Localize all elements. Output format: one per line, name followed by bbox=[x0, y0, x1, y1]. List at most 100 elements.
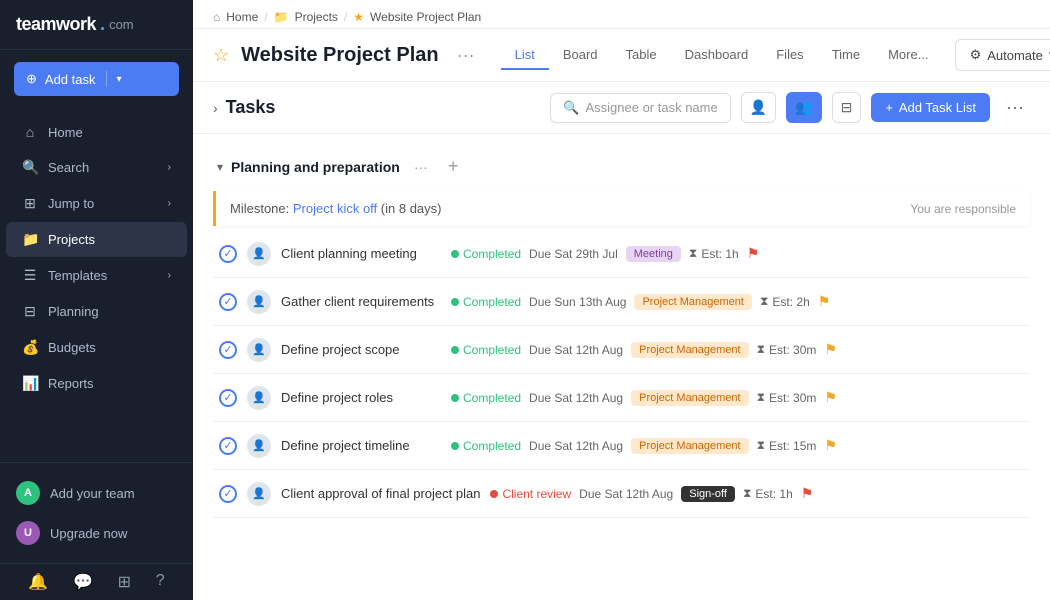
tab-time-label: Time bbox=[832, 47, 860, 62]
est-time: ⧗ Est: 2h bbox=[760, 294, 810, 309]
tab-time[interactable]: Time bbox=[818, 41, 874, 70]
upgrade-item[interactable]: U Upgrade now bbox=[0, 513, 193, 553]
tag-badge[interactable]: Project Management bbox=[634, 294, 752, 310]
help-icon[interactable]: ? bbox=[156, 572, 165, 592]
tag-badge[interactable]: Sign-off bbox=[681, 486, 735, 502]
assignee-filter-button[interactable]: 👤 bbox=[741, 92, 776, 123]
task-assignee-avatar: 👤 bbox=[247, 386, 271, 410]
tab-board[interactable]: Board bbox=[549, 41, 612, 70]
collapse-icon[interactable]: ▾ bbox=[217, 160, 223, 174]
expand-icon[interactable]: › bbox=[213, 100, 218, 116]
milestone-link[interactable]: Project kick off bbox=[293, 201, 377, 216]
task-checkbox[interactable]: ✓ bbox=[219, 485, 237, 503]
status-dot bbox=[451, 442, 459, 450]
milestone-prefix: Milestone: bbox=[230, 201, 289, 216]
logo-dot: . bbox=[100, 14, 105, 35]
tab-list[interactable]: List bbox=[501, 41, 549, 70]
logo: teamwork . com bbox=[0, 0, 193, 50]
task-assignee-avatar: 👤 bbox=[247, 434, 271, 458]
task-meta: Completed Due Sat 12th Aug Project Manag… bbox=[451, 389, 1024, 406]
sidebar-item-home[interactable]: ⌂ Home bbox=[6, 115, 187, 149]
add-task-list-button[interactable]: + Add Task List bbox=[871, 93, 990, 122]
task-checkbox[interactable]: ✓ bbox=[219, 341, 237, 359]
filter-button[interactable]: ⊟ bbox=[832, 92, 862, 123]
status-dot bbox=[451, 250, 459, 258]
flag-icon[interactable]: ⚑ bbox=[818, 293, 831, 310]
tab-files[interactable]: Files bbox=[762, 41, 817, 70]
page-menu-button[interactable]: ··· bbox=[451, 43, 481, 68]
task-name[interactable]: Define project timeline bbox=[281, 438, 441, 453]
due-date: Due Sat 12th Aug bbox=[529, 343, 623, 357]
flag-icon[interactable]: ⚑ bbox=[824, 437, 837, 454]
flag-icon[interactable]: ⚑ bbox=[824, 341, 837, 358]
add-team-item[interactable]: A Add your team bbox=[0, 473, 193, 513]
task-checkbox[interactable]: ✓ bbox=[219, 245, 237, 263]
sidebar-item-jump[interactable]: ⊞ Jump to › bbox=[6, 186, 187, 221]
divider bbox=[106, 71, 107, 87]
tag-badge[interactable]: Project Management bbox=[631, 438, 749, 454]
tab-files-label: Files bbox=[776, 47, 803, 62]
sidebar-item-label: Budgets bbox=[48, 340, 96, 355]
task-name[interactable]: Define project roles bbox=[281, 390, 441, 405]
chat-icon[interactable]: 💬 bbox=[73, 572, 93, 592]
status-dot bbox=[451, 394, 459, 402]
task-name[interactable]: Gather client requirements bbox=[281, 294, 441, 309]
star-icon: ★ bbox=[353, 10, 364, 24]
task-name[interactable]: Define project scope bbox=[281, 342, 441, 357]
status-text: Completed bbox=[463, 439, 521, 453]
avatar: A bbox=[16, 481, 40, 505]
status-text: Completed bbox=[463, 343, 521, 357]
tag-badge[interactable]: Project Management bbox=[631, 342, 749, 358]
sidebar-item-templates[interactable]: ☰ Templates › bbox=[6, 258, 187, 293]
sidebar-item-budgets[interactable]: 💰 Budgets bbox=[6, 330, 187, 365]
task-checkbox[interactable]: ✓ bbox=[219, 389, 237, 407]
sidebar-item-reports[interactable]: 📊 Reports bbox=[6, 366, 187, 401]
home-icon: ⌂ bbox=[22, 124, 38, 140]
tasks-heading: Tasks bbox=[226, 97, 276, 118]
status-text: Completed bbox=[463, 391, 521, 405]
status-badge: Client review bbox=[490, 487, 571, 501]
group-filter-button[interactable]: 👥 bbox=[786, 92, 821, 123]
sidebar: teamwork . com ⊕ Add task ▾ ⌂ Home 🔍 Sea… bbox=[0, 0, 193, 600]
due-date: Due Sat 12th Aug bbox=[579, 487, 673, 501]
automate-button[interactable]: ⚙ Automate ▾ bbox=[955, 39, 1050, 71]
sidebar-item-planning[interactable]: ⊟ Planning bbox=[6, 294, 187, 329]
task-assignee-avatar: 👤 bbox=[247, 242, 271, 266]
task-name[interactable]: Client planning meeting bbox=[281, 246, 441, 261]
tag-badge[interactable]: Meeting bbox=[626, 246, 681, 262]
flag-icon[interactable]: ⚑ bbox=[801, 485, 814, 502]
sidebar-item-label: Search bbox=[48, 160, 89, 175]
tab-more[interactable]: More... bbox=[874, 41, 942, 70]
group-add-button[interactable]: + bbox=[442, 154, 465, 179]
tag-badge[interactable]: Project Management bbox=[631, 390, 749, 406]
sidebar-item-projects[interactable]: 📁 Projects bbox=[6, 222, 187, 257]
search-tasks[interactable]: 🔍 Assignee or task name bbox=[550, 93, 730, 123]
bell-icon[interactable]: 🔔 bbox=[28, 572, 48, 592]
tab-dashboard[interactable]: Dashboard bbox=[671, 41, 763, 70]
more-options-button[interactable]: ··· bbox=[1000, 93, 1030, 122]
task-name[interactable]: Client approval of final project plan bbox=[281, 486, 480, 501]
planning-icon: ⊟ bbox=[22, 303, 38, 320]
task-group-header: ▾ Planning and preparation ··· + bbox=[213, 146, 1030, 187]
flag-icon[interactable]: ⚑ bbox=[824, 389, 837, 406]
breadcrumb-projects[interactable]: Projects bbox=[295, 10, 338, 24]
add-task-button[interactable]: ⊕ Add task ▾ bbox=[14, 62, 179, 96]
task-checkbox[interactable]: ✓ bbox=[219, 293, 237, 311]
table-row: ✓ 👤 Gather client requirements Completed… bbox=[213, 278, 1030, 326]
add-task-list-label: Add Task List bbox=[899, 100, 976, 115]
grid-icon[interactable]: ⊞ bbox=[118, 572, 131, 592]
favorite-star-icon[interactable]: ☆ bbox=[213, 45, 229, 66]
tab-table[interactable]: Table bbox=[612, 41, 671, 70]
group-menu-button[interactable]: ··· bbox=[408, 157, 434, 177]
est-time: ⧗ Est: 30m bbox=[757, 390, 817, 405]
sidebar-item-label: Home bbox=[48, 125, 83, 140]
flag-icon[interactable]: ⚑ bbox=[747, 245, 760, 262]
task-list-area: ▾ Planning and preparation ··· + Milesto… bbox=[193, 134, 1050, 600]
breadcrumb-current[interactable]: Website Project Plan bbox=[370, 10, 481, 24]
logo-text: teamwork bbox=[16, 14, 96, 35]
breadcrumb-home[interactable]: Home bbox=[226, 10, 258, 24]
task-checkbox[interactable]: ✓ bbox=[219, 437, 237, 455]
sidebar-item-search[interactable]: 🔍 Search › bbox=[6, 150, 187, 185]
chevron-right-icon: › bbox=[168, 270, 171, 281]
sidebar-nav: ⌂ Home 🔍 Search › ⊞ Jump to › 📁 Projects… bbox=[0, 108, 193, 462]
